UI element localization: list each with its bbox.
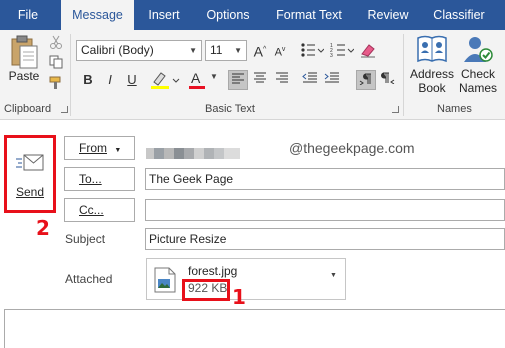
- step-2-label: 2: [36, 216, 50, 240]
- increase-indent-button[interactable]: [322, 70, 342, 90]
- align-right-icon: [276, 72, 288, 83]
- bullets-icon: [301, 43, 325, 57]
- group-divider: [403, 34, 404, 116]
- subject-label: Subject: [65, 232, 106, 246]
- message-body[interactable]: [4, 309, 505, 348]
- chevron-down-icon: ▼: [234, 46, 242, 55]
- to-field[interactable]: The Geek Page: [145, 168, 505, 190]
- grow-font-icon: A: [253, 43, 264, 60]
- clear-formatting-button[interactable]: [358, 40, 378, 60]
- align-center-button[interactable]: [250, 70, 270, 90]
- redacted-email: [174, 148, 184, 159]
- decrease-indent-icon: [302, 72, 317, 83]
- subject-field[interactable]: Picture Resize: [145, 228, 505, 250]
- from-button[interactable]: From ▼: [64, 136, 135, 160]
- increase-indent-icon: [324, 72, 339, 83]
- to-label: To...: [79, 172, 102, 186]
- redacted-email: [194, 148, 204, 159]
- chevron-down-icon: ▼: [114, 147, 122, 154]
- basic-text-group-label: Basic Text: [205, 103, 255, 115]
- font-color-bar: [189, 86, 205, 89]
- bold-button[interactable]: B: [78, 70, 98, 90]
- chevron-down-icon: ▼: [210, 72, 218, 81]
- font-name-combo[interactable]: Calibri (Body) ▼: [76, 40, 202, 61]
- send-highlight-box: [4, 135, 56, 213]
- ribbon-tab-bar: File Message Insert Options Format Text …: [0, 0, 505, 30]
- paragraph-ltr-icon: [359, 73, 371, 86]
- size-highlight-box: [182, 279, 230, 301]
- bullets-button[interactable]: [300, 42, 325, 58]
- cc-label: Cc...: [79, 203, 104, 217]
- decrease-indent-button[interactable]: [300, 70, 320, 90]
- basic-text-launcher-icon[interactable]: [392, 106, 399, 113]
- chevron-down-icon[interactable]: ▼: [330, 272, 337, 279]
- redacted-email: [154, 148, 164, 159]
- cc-field[interactable]: [145, 199, 505, 221]
- redacted-email: [214, 148, 224, 159]
- tab-message[interactable]: Message: [61, 0, 134, 30]
- check-names-button[interactable]: Check Names: [454, 67, 502, 95]
- font-name-value: Calibri (Body): [81, 43, 154, 57]
- font-color-button[interactable]: A ▼: [186, 70, 220, 90]
- address-book-button[interactable]: Address Book: [408, 67, 456, 95]
- font-color-icon: A: [191, 70, 201, 86]
- clipboard-group-label: Clipboard: [4, 103, 52, 115]
- align-left-button[interactable]: [228, 70, 248, 90]
- names-group-label: Names: [437, 103, 472, 115]
- redacted-email: [204, 148, 214, 159]
- attached-label: Attached: [65, 272, 113, 286]
- tab-file[interactable]: File: [0, 0, 56, 30]
- from-label: From: [79, 141, 107, 155]
- highlight-color-button[interactable]: [148, 70, 182, 90]
- redacted-email: [184, 148, 194, 159]
- ltr-text-button[interactable]: [356, 70, 376, 90]
- image-file-icon: [154, 267, 176, 293]
- copy-icon[interactable]: [49, 55, 63, 69]
- numbering-button[interactable]: 123: [330, 42, 355, 59]
- tab-insert[interactable]: Insert: [134, 0, 194, 30]
- shrink-font-button[interactable]: Av: [270, 40, 290, 60]
- attachment-card[interactable]: forest.jpg 922 KB ▼: [146, 258, 346, 300]
- underline-button[interactable]: U: [122, 70, 142, 90]
- tab-classifier[interactable]: Classifier: [420, 0, 498, 30]
- rtl-text-button[interactable]: [378, 70, 398, 90]
- redacted-email: [224, 148, 240, 159]
- eraser-icon: [361, 44, 375, 58]
- step-1-label: 1: [232, 285, 246, 309]
- font-size-value: 11: [210, 43, 223, 57]
- cc-button[interactable]: Cc...: [64, 198, 135, 222]
- redacted-email: [146, 148, 154, 159]
- attachment-name: forest.jpg: [188, 264, 238, 278]
- format-painter-icon[interactable]: [49, 76, 63, 90]
- clipboard-launcher-icon[interactable]: [61, 106, 68, 113]
- shrink-font-icon: A: [274, 46, 282, 59]
- font-size-combo[interactable]: 11 ▼: [205, 40, 247, 61]
- paste-label: Paste: [8, 69, 40, 83]
- align-left-icon: [232, 73, 244, 84]
- grow-font-button[interactable]: A^: [250, 40, 270, 60]
- group-divider: [70, 34, 71, 116]
- numbering-icon: 123: [330, 43, 355, 59]
- check-names-icon[interactable]: [462, 34, 494, 64]
- ribbon: Paste Clipboard Calibri (Body) ▼ 11 ▼ A^…: [0, 30, 505, 120]
- cut-icon[interactable]: [49, 35, 63, 49]
- watermark-text: @thegeekpage.com: [289, 140, 415, 156]
- paragraph-rtl-icon: [381, 72, 395, 85]
- tab-options[interactable]: Options: [194, 0, 262, 30]
- paste-icon[interactable]: [8, 34, 40, 70]
- tab-review[interactable]: Review: [356, 0, 420, 30]
- italic-button[interactable]: I: [100, 70, 120, 90]
- svg-text:3: 3: [330, 53, 333, 58]
- highlighter-icon: [151, 72, 180, 89]
- align-right-button[interactable]: [272, 70, 292, 90]
- tab-format-text[interactable]: Format Text: [262, 0, 356, 30]
- to-button[interactable]: To...: [64, 167, 135, 191]
- chevron-down-icon: ▼: [189, 46, 197, 55]
- align-center-icon: [254, 72, 266, 83]
- redacted-email: [164, 148, 174, 159]
- address-book-icon[interactable]: [416, 34, 448, 64]
